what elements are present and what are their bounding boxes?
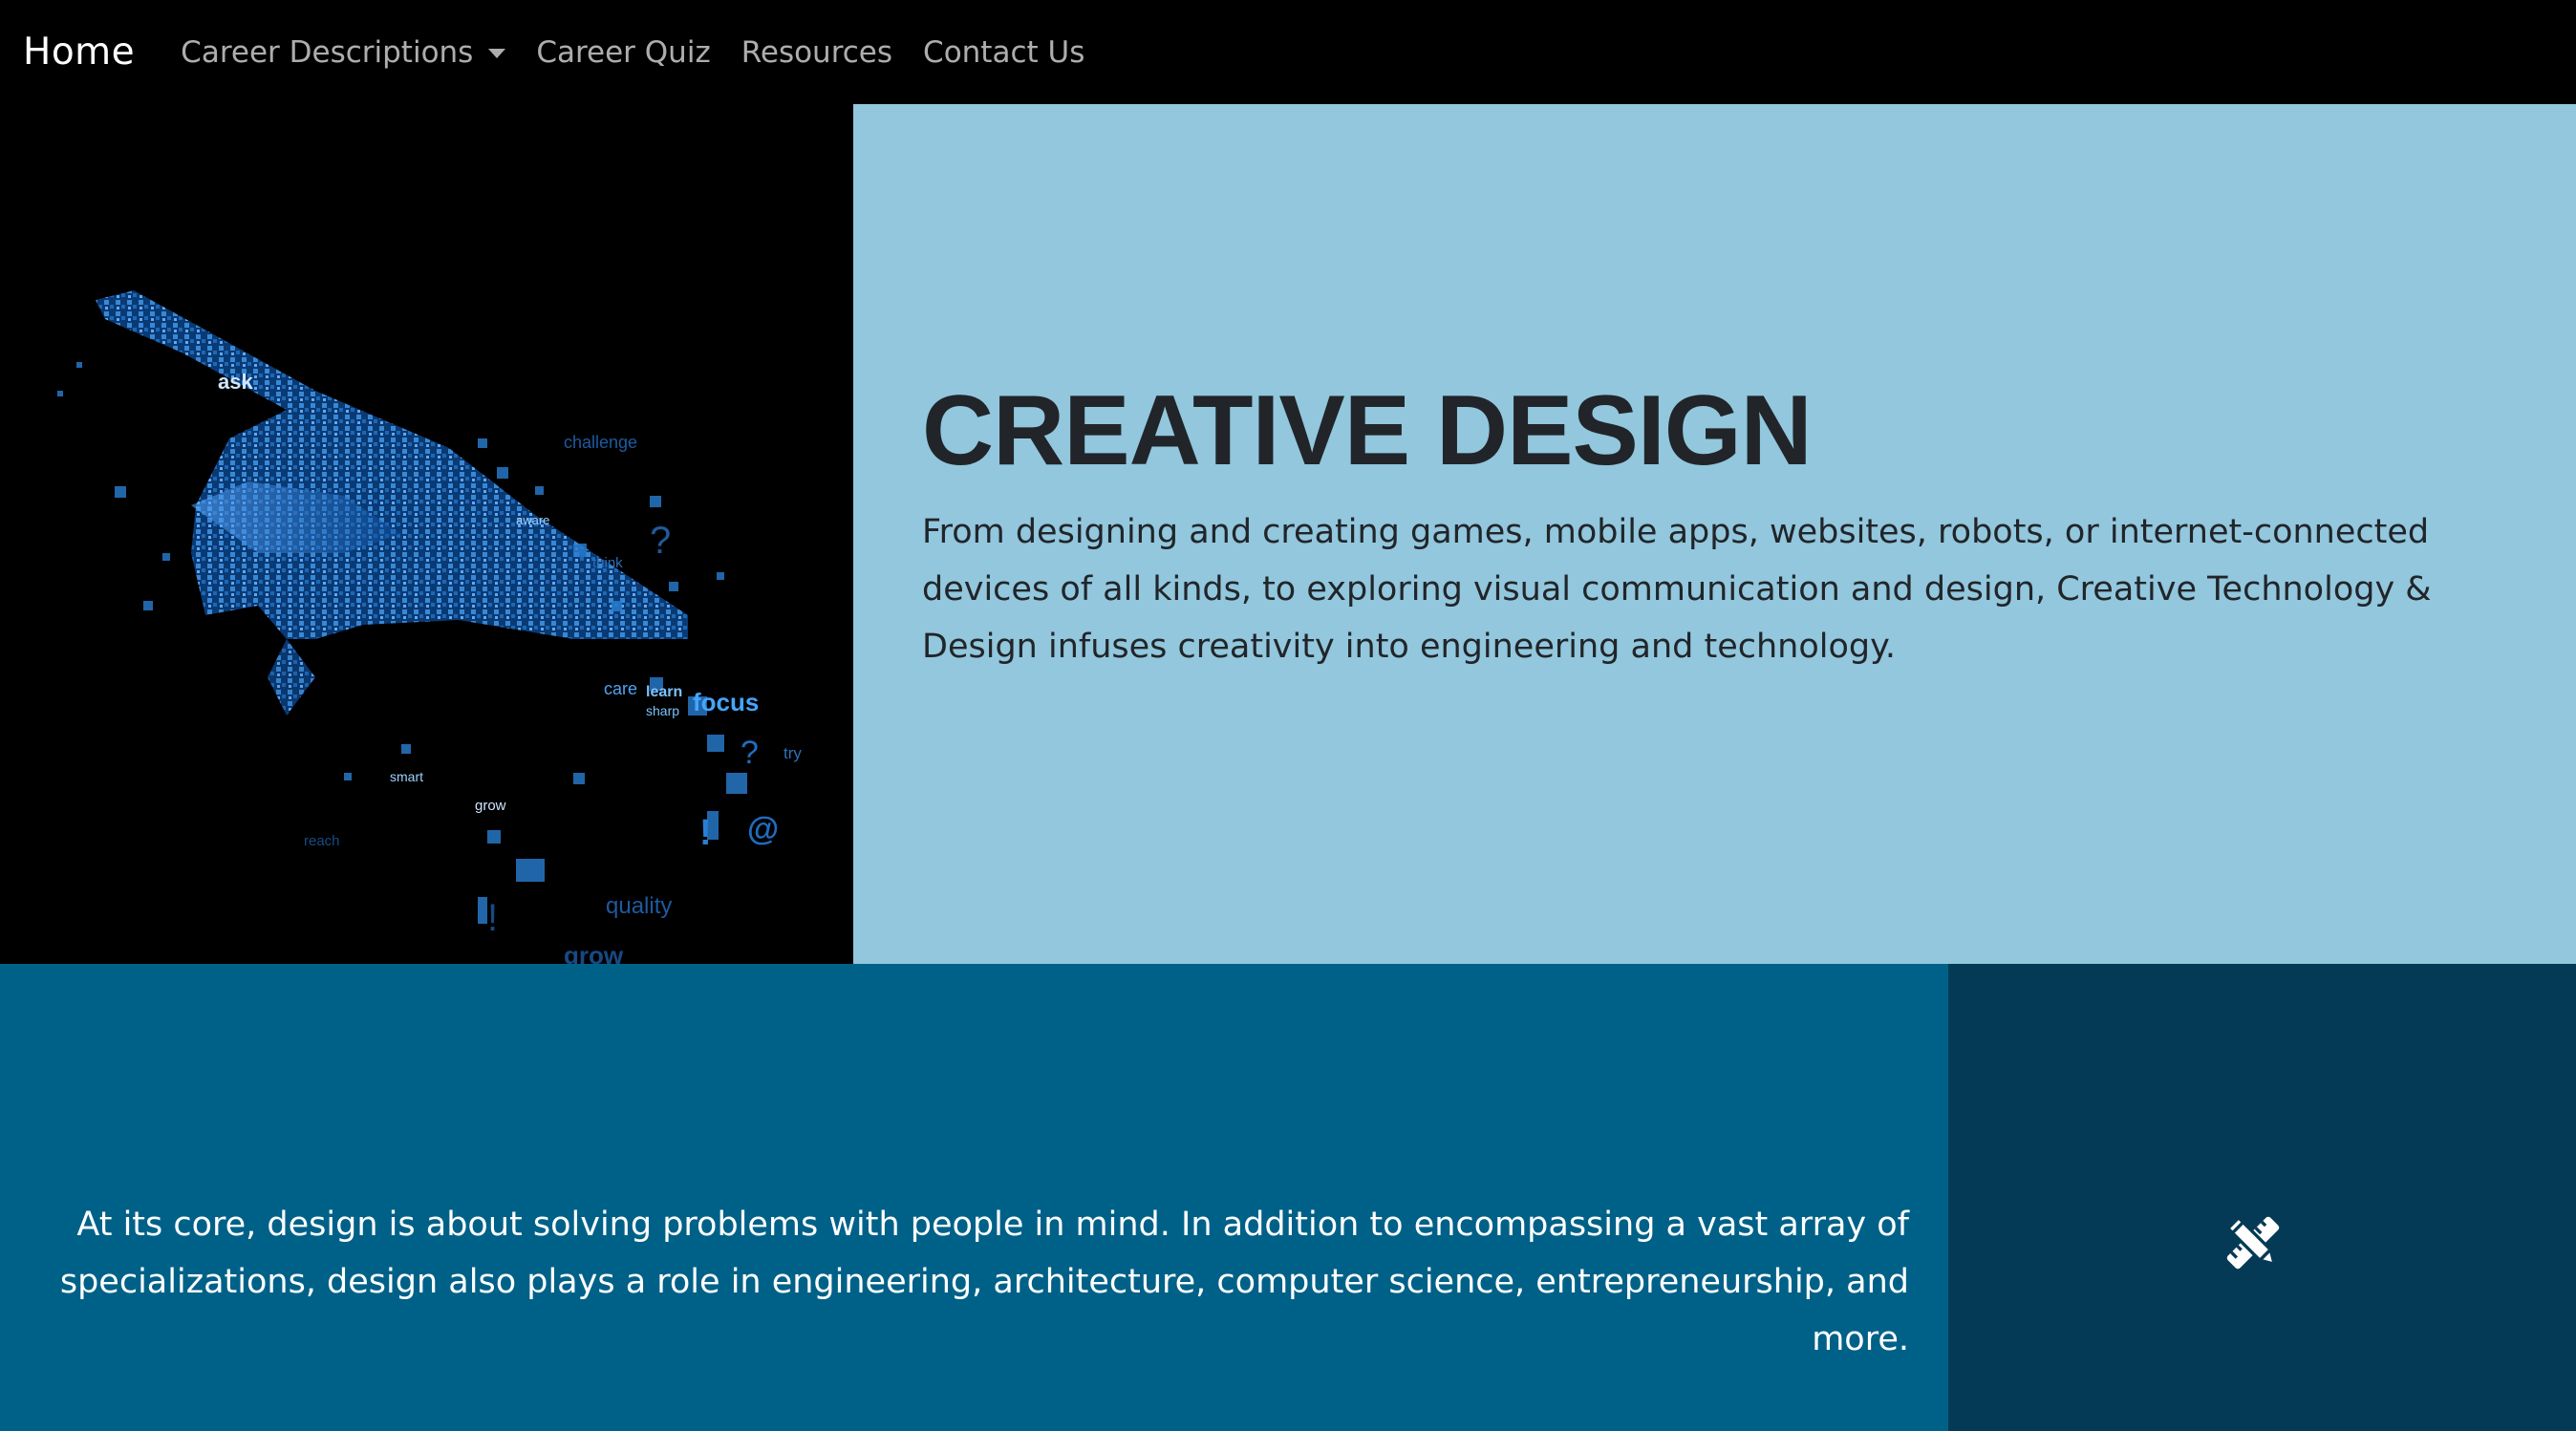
svg-text:focus: focus: [693, 688, 759, 716]
svg-text:?: ?: [650, 520, 671, 562]
nav-career-quiz-link[interactable]: Career Quiz: [536, 35, 710, 70]
pointing-hand-illustration: ask challenge aware think focus care lea…: [57, 290, 802, 964]
svg-text:try: try: [784, 744, 802, 762]
svg-text:sharp: sharp: [646, 703, 679, 718]
nav-home-link[interactable]: Home: [23, 31, 135, 74]
svg-text:care: care: [604, 679, 637, 698]
chevron-down-icon: [488, 48, 506, 58]
svg-text:@: @: [747, 811, 779, 847]
nav-resources-link[interactable]: Resources: [741, 35, 892, 70]
pencil-ruler-icon: [2226, 1216, 2280, 1270]
svg-text:ask: ask: [218, 370, 253, 394]
nav-career-descriptions-label: Career Descriptions: [181, 34, 474, 70]
svg-text:!: !: [487, 897, 498, 939]
hand-shape: [96, 290, 688, 639]
nav-contact-us-link[interactable]: Contact Us: [923, 35, 1084, 70]
svg-text:smart: smart: [390, 769, 423, 784]
svg-text:grow: grow: [475, 798, 506, 814]
svg-text:reach: reach: [304, 833, 340, 849]
hero-description: From designing and creating games, mobil…: [922, 513, 2432, 666]
svg-text:?: ?: [741, 735, 759, 771]
svg-text:grow: grow: [564, 941, 624, 964]
svg-text:!: !: [699, 813, 712, 853]
svg-text:challenge: challenge: [564, 433, 637, 452]
top-navbar: Home Career Descriptions Career Quiz Res…: [0, 0, 2576, 104]
svg-text:learn: learn: [646, 684, 682, 700]
page-title: CREATIVE DESIGN: [922, 375, 1813, 486]
design-icon-panel: [1948, 964, 2576, 1431]
hero-text-panel: CREATIVE DESIGN From designing and creat…: [853, 104, 2576, 964]
nav-career-descriptions-dropdown[interactable]: Career Descriptions: [181, 34, 506, 70]
thumb-shape: [268, 639, 315, 716]
svg-text:think: think: [592, 555, 623, 571]
svg-text:quality: quality: [606, 893, 672, 919]
design-core-text: At its core, design is about solving pro…: [59, 1206, 1909, 1358]
hero-image: ask challenge aware think focus care lea…: [0, 104, 853, 964]
svg-text:aware: aware: [516, 513, 549, 527]
design-core-section: At its core, design is about solving pro…: [0, 964, 1948, 1431]
